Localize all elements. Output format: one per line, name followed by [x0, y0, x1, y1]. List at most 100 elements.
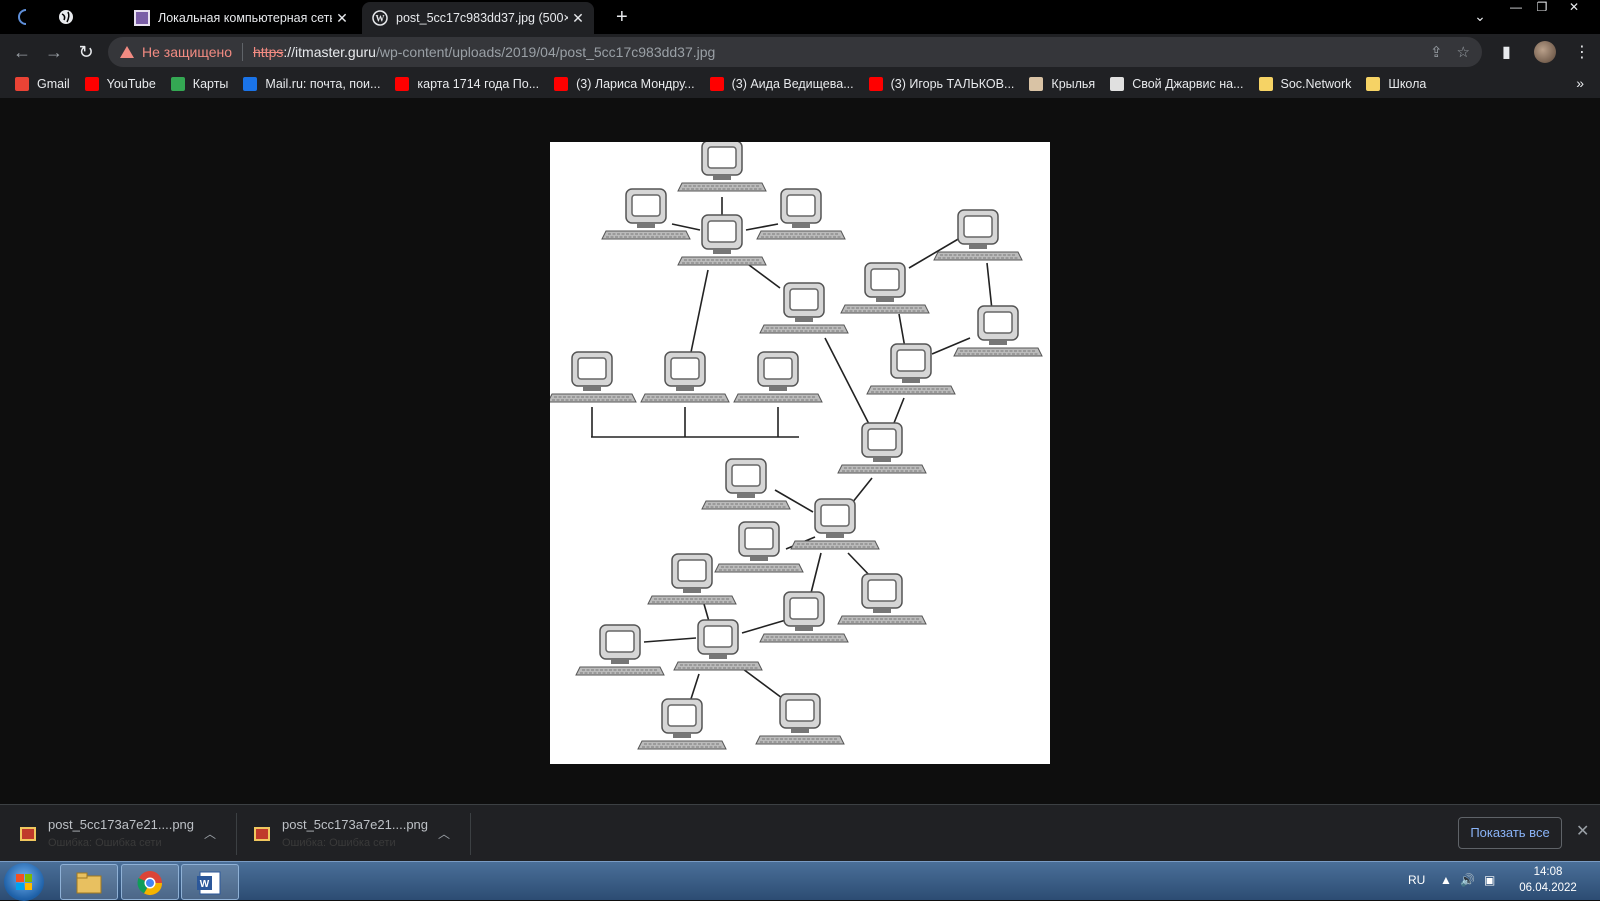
- bookmark-label: карта 1714 года По...: [417, 77, 540, 91]
- bookmark-favicon-icon: [243, 77, 258, 91]
- computer-node-icon: [677, 140, 767, 192]
- tab-close-icon[interactable]: ✕: [332, 10, 352, 27]
- explorer-taskbar-button[interactable]: [60, 864, 118, 900]
- bookmark-item[interactable]: Soc.Network: [1258, 77, 1352, 91]
- url-text[interactable]: https://itmaster.guru/wp-content/uploads…: [253, 44, 715, 60]
- restore-button[interactable]: ❐: [1526, 0, 1558, 18]
- bookmark-label: Mail.ru: почта, пои...: [265, 77, 381, 91]
- bookmark-favicon-icon: [868, 77, 883, 91]
- computer-node-icon: [575, 624, 665, 676]
- network-link: [742, 668, 783, 699]
- network-link: [898, 313, 906, 349]
- image-file-icon: [254, 827, 270, 841]
- download-name: post_5cc173a7e21....png: [48, 817, 195, 832]
- network-icon[interactable]: ▣: [1484, 873, 1495, 887]
- download-status: Ошибка: Ошибка сети: [48, 837, 162, 849]
- word-taskbar-button[interactable]: W: [181, 864, 239, 900]
- divider: [470, 813, 471, 855]
- bookmark-label: YouTube: [106, 77, 156, 91]
- bookmark-label: Свой Джарвис на...: [1132, 77, 1244, 91]
- globe-icon[interactable]: [56, 7, 76, 27]
- bookmark-favicon-icon: [1366, 77, 1381, 91]
- network-link: [745, 223, 779, 231]
- tray-expand-icon[interactable]: ▲: [1440, 873, 1452, 887]
- bookmark-label: Карты: [192, 77, 229, 91]
- close-icon[interactable]: ✕: [1576, 821, 1589, 841]
- bookmark-item[interactable]: Карты: [170, 77, 229, 91]
- bookmark-item[interactable]: Крылья: [1029, 77, 1095, 91]
- bookmark-star-icon[interactable]: ☆: [1457, 43, 1470, 61]
- download-name: post_5cc173a7e21....png: [282, 817, 429, 832]
- bookmark-favicon-icon: [554, 77, 569, 91]
- loading-spinner-icon: [16, 7, 36, 27]
- volume-icon[interactable]: 🔊: [1460, 873, 1475, 887]
- bookmark-item[interactable]: Школа: [1366, 77, 1426, 91]
- network-link: [824, 337, 871, 427]
- network-link: [744, 261, 781, 289]
- image-viewer: [0, 98, 1600, 804]
- new-tab-button[interactable]: +: [616, 6, 628, 29]
- bookmark-item[interactable]: (3) Игорь ТАЛЬКОВ...: [868, 77, 1015, 91]
- computer-node-icon: [673, 619, 763, 671]
- show-all-button[interactable]: Показать все: [1458, 817, 1562, 849]
- bookmark-favicon-icon: [84, 77, 99, 91]
- chevron-up-icon[interactable]: ︿: [438, 825, 450, 842]
- tab-close-icon[interactable]: ✕: [568, 10, 588, 27]
- close-window-button[interactable]: ✕: [1558, 0, 1590, 18]
- download-status: Ошибка: Ошибка сети: [282, 837, 396, 849]
- bookmark-item[interactable]: (3) Лариса Мондру...: [554, 77, 695, 91]
- tab-title: post_5cc17c983dd37.jpg (500×6: [396, 11, 568, 25]
- computer-node-icon: [759, 591, 849, 643]
- menu-icon[interactable]: ⋮: [1574, 42, 1590, 62]
- computer-node-icon: [756, 188, 846, 240]
- bookmark-favicon-icon: [1029, 77, 1044, 91]
- tab-local-network[interactable]: Локальная компьютерная сеть: ✕: [124, 2, 358, 34]
- omnibox-actions: ⇪ ☆: [1430, 43, 1470, 61]
- network-link: [741, 619, 787, 634]
- back-button[interactable]: ←: [10, 40, 34, 64]
- bookmark-favicon-icon: [1110, 77, 1125, 91]
- computer-node-icon: [701, 458, 791, 510]
- chrome-icon: [137, 871, 162, 896]
- computer-node-icon: [637, 698, 727, 750]
- page-favicon-icon: [134, 10, 150, 26]
- forward-button[interactable]: →: [42, 40, 66, 64]
- tab-search-button[interactable]: ⌄: [1464, 8, 1496, 26]
- reload-button[interactable]: ↻: [74, 40, 98, 64]
- folder-icon: [76, 872, 102, 894]
- svg-text:W: W: [200, 879, 210, 890]
- bookmarks-overflow-icon[interactable]: »: [1576, 75, 1584, 91]
- computer-node-icon: [837, 422, 927, 474]
- download-item[interactable]: post_5cc173a7e21....png Ошибка: Ошибка с…: [234, 805, 470, 862]
- network-diagram-image: [547, 140, 1050, 764]
- bookmark-item[interactable]: карта 1714 года По...: [395, 77, 539, 91]
- bookmark-item[interactable]: Mail.ru: почта, пои...: [243, 77, 380, 91]
- bookmark-item[interactable]: Gmail: [15, 77, 70, 91]
- taskbar: W RU ▲ 🔊 ▣ 14:08 06.04.2022: [0, 861, 1600, 901]
- profile-avatar[interactable]: [1534, 41, 1556, 63]
- windows-logo-icon: [16, 874, 32, 890]
- side-panel-icon[interactable]: ▮: [1502, 42, 1511, 62]
- bookmark-item[interactable]: (3) Аида Ведищева...: [709, 77, 854, 91]
- bookmark-label: (3) Игорь ТАЛЬКОВ...: [890, 77, 1015, 91]
- start-button[interactable]: [4, 863, 44, 901]
- computer-node-icon: [953, 305, 1043, 357]
- network-link: [851, 477, 873, 504]
- address-bar[interactable]: Не защищено https://itmaster.guru/wp-con…: [108, 37, 1482, 67]
- download-item[interactable]: post_5cc173a7e21....png Ошибка: Ошибка с…: [0, 805, 236, 862]
- computer-node-icon: [677, 214, 767, 266]
- language-indicator[interactable]: RU: [1408, 873, 1425, 887]
- chevron-up-icon[interactable]: ︿: [204, 825, 216, 842]
- divider: [242, 43, 243, 61]
- bookmark-label: Soc.Network: [1280, 77, 1352, 91]
- chrome-taskbar-button[interactable]: [121, 864, 179, 900]
- security-indicator[interactable]: Не защищено: [120, 44, 232, 60]
- bookmark-item[interactable]: Свой Джарвис на...: [1110, 77, 1244, 91]
- share-icon[interactable]: ⇪: [1430, 43, 1443, 61]
- tab-image[interactable]: W post_5cc17c983dd37.jpg (500×6 ✕: [362, 2, 594, 34]
- word-icon: W: [197, 871, 221, 895]
- bookmark-item[interactable]: YouTube: [84, 77, 156, 91]
- system-clock[interactable]: 14:08 06.04.2022: [1508, 864, 1588, 896]
- bookmark-favicon-icon: [1258, 77, 1273, 91]
- url-host: ://itmaster.guru: [283, 44, 376, 60]
